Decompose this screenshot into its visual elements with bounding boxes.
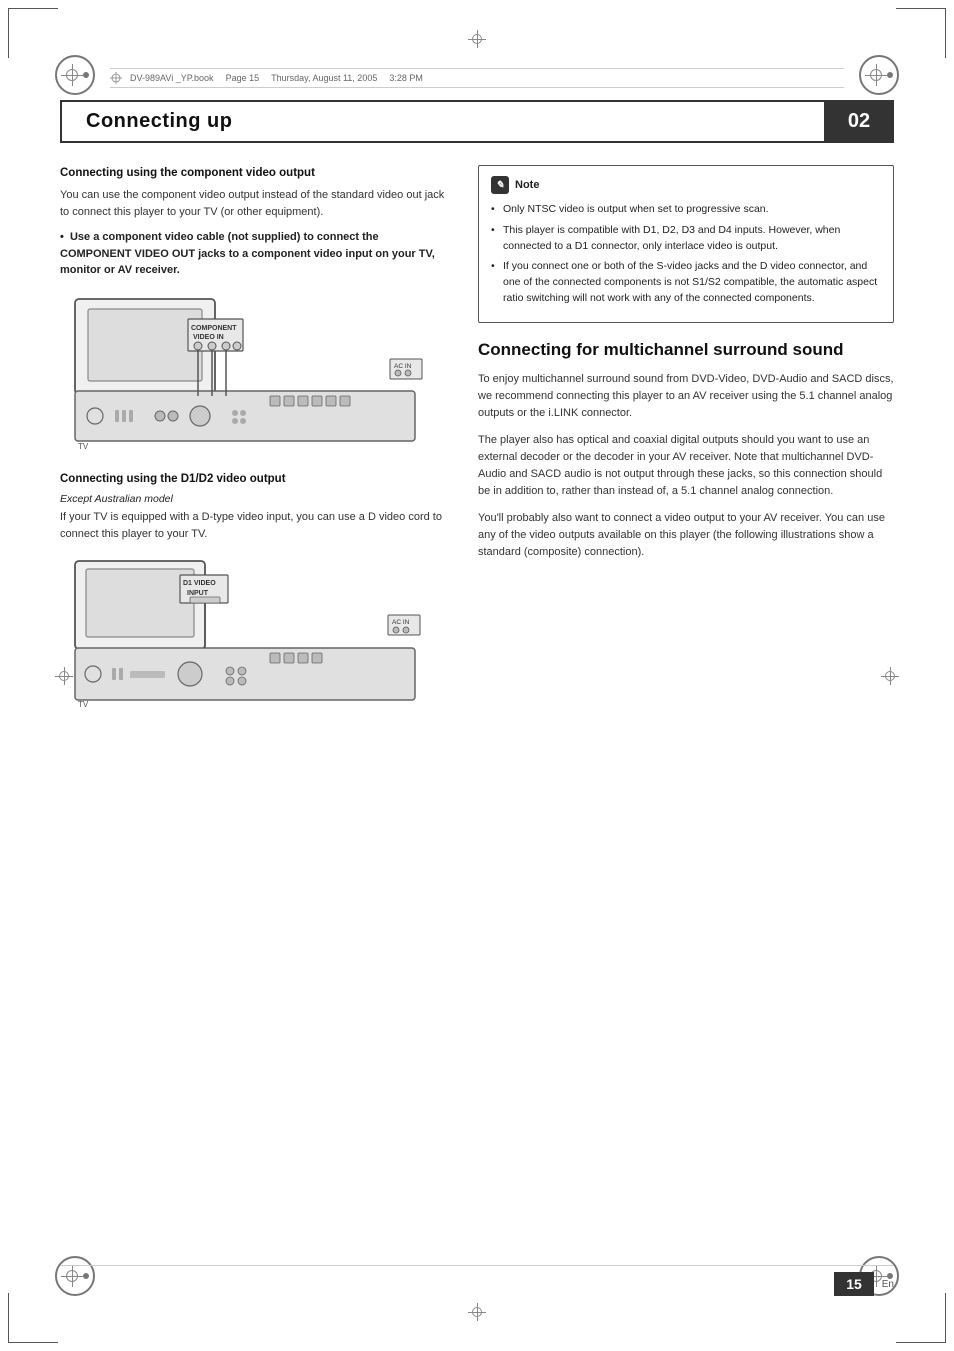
section-multichannel: Connecting for multichannel surround sou… — [478, 339, 894, 562]
metadata-page: Page 15 — [226, 73, 260, 83]
section2-body: If your TV is equipped with a D-type vid… — [60, 509, 450, 543]
metadata-day: Thursday, August 11, 2005 — [271, 73, 377, 83]
svg-text:D1 VIDEO: D1 VIDEO — [183, 580, 216, 587]
note-title: Note — [515, 179, 539, 191]
reg-mark-tr — [859, 55, 899, 95]
note-box: ✎ Note Only NTSC video is output when se… — [478, 165, 894, 323]
svg-text:INPUT: INPUT — [187, 590, 209, 597]
metadata-bar: DV-989AVi _YP.book Page 15 Thursday, Aug… — [110, 68, 844, 88]
svg-text:TV: TV — [78, 442, 89, 451]
page-footer: 15 En — [60, 1265, 894, 1296]
page-title: Connecting up — [86, 110, 232, 133]
chapter-box: 02 — [824, 100, 894, 143]
svg-text:AC IN: AC IN — [392, 619, 410, 626]
diagram2-svg: TV D1 VIDEO INPUT AC IN — [60, 553, 440, 708]
reg-mark-tl — [55, 55, 95, 95]
metadata-text: DV-989AVi _YP.book — [130, 73, 214, 83]
note-items: Only NTSC video is output when set to pr… — [491, 202, 881, 307]
right-column: ✎ Note Only NTSC video is output when se… — [478, 165, 894, 1251]
note-item-1: Only NTSC video is output when set to pr… — [491, 202, 881, 218]
svg-text:TV: TV — [78, 700, 89, 708]
reg-mark-top-center — [468, 30, 486, 48]
corner-decoration-tr — [896, 8, 946, 58]
page-number: 15 — [834, 1272, 874, 1296]
note-header: ✎ Note — [491, 176, 881, 194]
multichannel-para3: You'll probably also want to connect a v… — [478, 510, 894, 561]
page-lang: En — [882, 1279, 894, 1290]
note-item-2: This player is compatible with D1, D2, D… — [491, 223, 881, 255]
page-header: Connecting up 02 — [60, 100, 894, 143]
section1-body: You can use the component video output i… — [60, 187, 450, 221]
diagram2: TV D1 VIDEO INPUT AC IN — [60, 553, 450, 708]
corner-decoration-tl — [8, 8, 58, 58]
section-d1d2: Connecting using the D1/D2 video output … — [60, 471, 450, 708]
multichannel-title: Connecting for multichannel surround sou… — [478, 339, 894, 361]
diagram1: TV COMPONENT VIDEO IN AC IN — [60, 291, 450, 451]
section1-title: Connecting using the component video out… — [60, 165, 450, 181]
section1-instruction: • Use a component video cable (not suppl… — [60, 229, 450, 279]
note-icon: ✎ — [491, 176, 509, 194]
left-column: Connecting using the component video out… — [60, 165, 450, 1251]
svg-text:AC IN: AC IN — [394, 363, 412, 370]
section-component-video: Connecting using the component video out… — [60, 165, 450, 451]
section2-title: Connecting using the D1/D2 video output — [60, 471, 450, 487]
svg-text:COMPONENT: COMPONENT — [191, 325, 237, 332]
chapter-number: 02 — [848, 110, 870, 133]
metadata-time: 3:28 PM — [389, 73, 423, 83]
corner-decoration-br — [896, 1293, 946, 1343]
corner-decoration-bl — [8, 1293, 58, 1343]
section2-italic: Except Australian model — [60, 493, 450, 505]
metadata-crosshair — [110, 72, 122, 84]
main-content: Connecting using the component video out… — [60, 165, 894, 1251]
diagram1-svg: TV COMPONENT VIDEO IN AC IN — [60, 291, 440, 451]
title-box: Connecting up — [60, 100, 824, 143]
multichannel-para1: To enjoy multichannel surround sound fro… — [478, 371, 894, 422]
note-item-3: If you connect one or both of the S-vide… — [491, 259, 881, 306]
multichannel-para2: The player also has optical and coaxial … — [478, 432, 894, 500]
reg-mark-bottom-center — [468, 1303, 486, 1321]
svg-text:VIDEO IN: VIDEO IN — [193, 334, 224, 341]
